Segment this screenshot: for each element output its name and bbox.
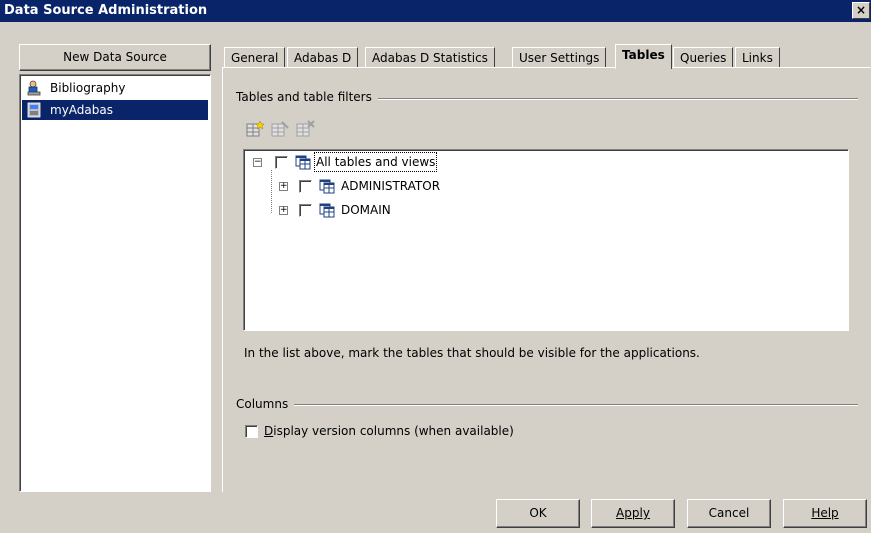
node-checkbox[interactable] (299, 180, 312, 193)
tree-node-label: DOMAIN (341, 203, 391, 217)
data-source-label: myAdabas (50, 103, 113, 117)
schema-icon (319, 203, 335, 218)
tables-views-icon (295, 155, 311, 170)
mnemonic-letter: D (264, 424, 274, 438)
tab-label: Tables (622, 48, 665, 62)
tree-node-label: ADMINISTRATOR (341, 179, 441, 193)
columns-group-label: Columns (236, 397, 295, 411)
apply-button[interactable]: Apply (591, 499, 675, 528)
data-source-item-bibliography[interactable]: Bibliography (22, 78, 208, 98)
tab-adabas-d[interactable]: Adabas D (287, 47, 359, 69)
version-columns-checkbox[interactable] (245, 425, 258, 438)
schema-icon (319, 179, 335, 194)
expand-icon[interactable]: + (279, 206, 288, 215)
cancel-button[interactable]: Cancel (687, 499, 771, 528)
title-bar: Data Source Administration × (0, 0, 871, 22)
tree-root-label[interactable]: All tables and views (314, 152, 438, 172)
tab-label: Queries (680, 51, 727, 65)
group-separator (236, 404, 858, 406)
close-button[interactable]: × (852, 2, 870, 19)
tab-label: Adabas D (294, 51, 352, 65)
tab-queries[interactable]: Queries (673, 47, 734, 69)
tab-label: General (231, 51, 279, 65)
version-columns-label-text: isplay version columns (when available) (273, 424, 514, 438)
tree-line (271, 170, 272, 213)
new-table-icon[interactable] (245, 120, 265, 138)
apply-label: Apply (616, 506, 650, 520)
root-checkbox[interactable] (275, 156, 288, 169)
help-label: Help (811, 506, 839, 520)
tab-general[interactable]: General (224, 47, 286, 69)
data-source-list[interactable]: Bibliography myAdabas (19, 74, 211, 492)
close-icon: × (855, 3, 867, 17)
new-data-source-label: New Data Source (63, 50, 167, 64)
tab-adabas-d-statistics[interactable]: Adabas D Statistics (365, 47, 495, 69)
tab-user-settings[interactable]: User Settings (512, 47, 607, 69)
tab-label: Links (742, 51, 773, 65)
version-columns-label[interactable]: Display version columns (when available) (264, 424, 514, 438)
tab-label: User Settings (519, 51, 600, 65)
data-source-label: Bibliography (50, 81, 126, 95)
node-checkbox[interactable] (299, 204, 312, 217)
data-source-item-myadabas[interactable]: myAdabas (22, 100, 208, 120)
edit-table-icon (271, 121, 289, 137)
tab-label: Adabas D Statistics (372, 51, 488, 65)
cancel-label: Cancel (708, 506, 750, 520)
window-title: Data Source Administration (4, 3, 208, 18)
tables-tree[interactable]: − All tables and views + ADMINISTRATOR + (243, 149, 849, 331)
ok-label: OK (529, 506, 547, 520)
expand-icon[interactable]: + (279, 182, 288, 191)
new-data-source-button[interactable]: New Data Source (19, 44, 211, 71)
ok-button[interactable]: OK (496, 499, 580, 528)
tables-group-label: Tables and table filters (236, 90, 378, 104)
tables-hint-text: In the list above, mark the tables that … (244, 346, 700, 360)
collapse-icon[interactable]: − (253, 158, 262, 167)
database-person-icon (27, 80, 41, 96)
database-icon (27, 102, 41, 118)
delete-table-icon (296, 120, 315, 137)
help-button[interactable]: Help (783, 499, 867, 528)
tab-tables[interactable]: Tables (615, 44, 672, 69)
tab-links[interactable]: Links (735, 47, 780, 69)
